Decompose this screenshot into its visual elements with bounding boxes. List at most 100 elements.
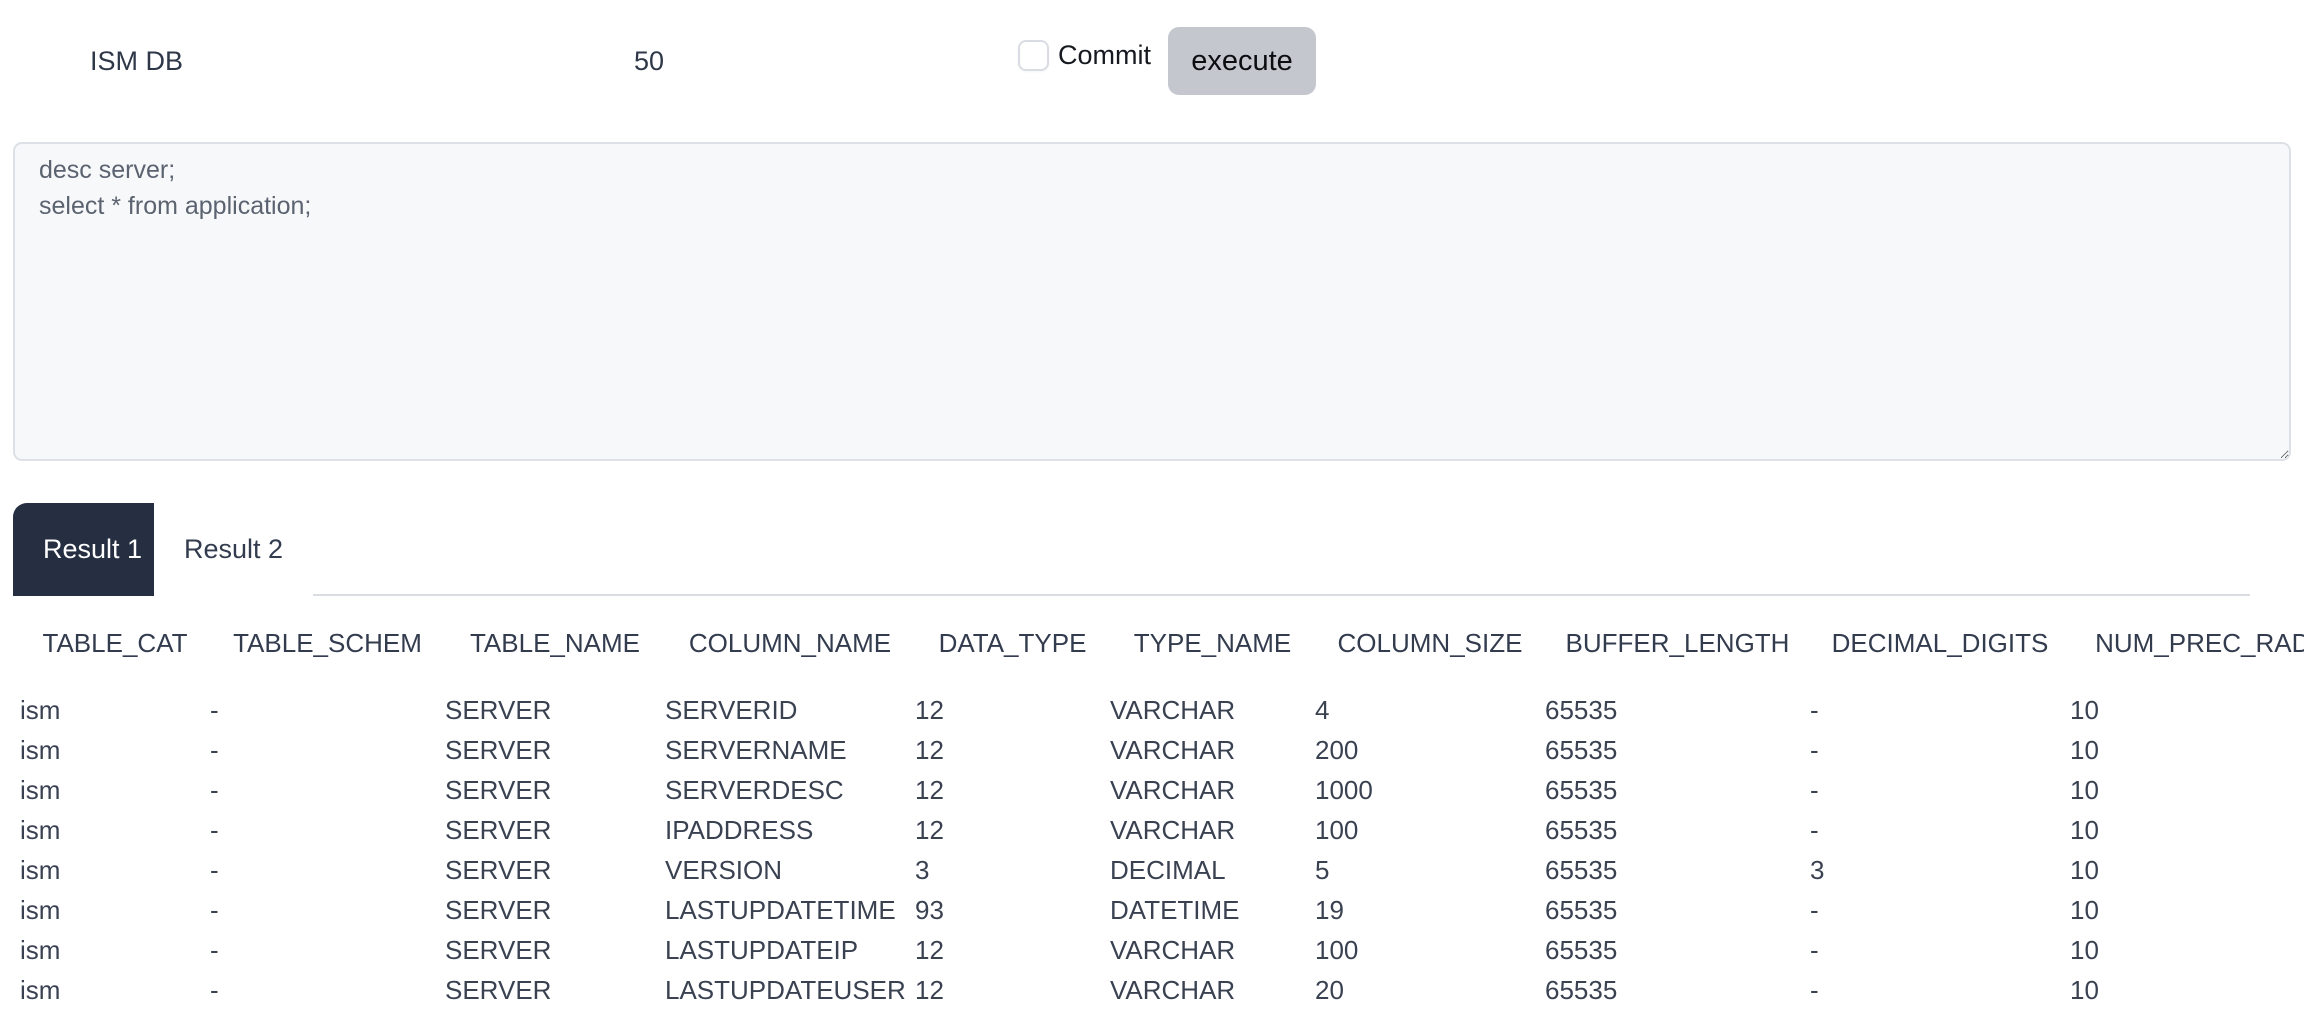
cell: 12 (895, 810, 1090, 850)
table-row: ism-SERVERLASTUPDATEUSER12VARCHAR2065535… (0, 970, 2304, 1010)
cell: SERVER (425, 970, 645, 1010)
cell: - (190, 810, 425, 850)
cell: - (1790, 810, 2050, 850)
sql-editor-textarea[interactable]: desc server; select * from application; (13, 142, 2291, 461)
table-row: ism-SERVERVERSION3DECIMAL565535310 (0, 850, 2304, 890)
table-row: ism-SERVERSERVERNAME12VARCHAR20065535-10 (0, 730, 2304, 770)
column-header: NUM_PREC_RADIX (2050, 614, 2304, 690)
tab-result-2[interactable]: Result 2 (154, 503, 313, 596)
cell: 12 (895, 970, 1090, 1010)
cell: ism (0, 850, 190, 890)
cell: VERSION (645, 850, 895, 890)
cell: ism (0, 810, 190, 850)
cell: - (1790, 730, 2050, 770)
toolbar: ISM DB 50 Commit execute (0, 0, 2304, 122)
cell: ism (0, 770, 190, 810)
cell: LASTUPDATETIME (645, 890, 895, 930)
row-limit-input[interactable]: 50 (634, 46, 714, 77)
cell: ism (0, 890, 190, 930)
cell: - (1790, 930, 2050, 970)
cell: - (190, 770, 425, 810)
column-header: TABLE_NAME (425, 614, 645, 690)
commit-control: Commit (1018, 40, 1151, 71)
column-header: TABLE_SCHEM (190, 614, 425, 690)
cell: SERVERID (645, 690, 895, 730)
column-header: DATA_TYPE (895, 614, 1090, 690)
cell: 19 (1295, 890, 1525, 930)
cell: - (190, 930, 425, 970)
cell: 10 (2050, 770, 2304, 810)
cell: VARCHAR (1090, 770, 1295, 810)
cell: 4 (1295, 690, 1525, 730)
cell: 65535 (1525, 690, 1790, 730)
column-header: DECIMAL_DIGITS (1790, 614, 2050, 690)
commit-checkbox[interactable] (1018, 40, 1049, 71)
cell: - (1790, 970, 2050, 1010)
table-row: ism-SERVERSERVERID12VARCHAR465535-10 (0, 690, 2304, 730)
cell: 93 (895, 890, 1090, 930)
column-header: TABLE_CAT (0, 614, 190, 690)
cell: 5 (1295, 850, 1525, 890)
cell: VARCHAR (1090, 730, 1295, 770)
cell: DATETIME (1090, 890, 1295, 930)
execute-button[interactable]: execute (1168, 27, 1316, 95)
cell: 12 (895, 690, 1090, 730)
cell: SERVER (425, 730, 645, 770)
cell: SERVER (425, 810, 645, 850)
cell: 10 (2050, 730, 2304, 770)
cell: 10 (2050, 890, 2304, 930)
cell: VARCHAR (1090, 690, 1295, 730)
cell: 12 (895, 730, 1090, 770)
cell: LASTUPDATEIP (645, 930, 895, 970)
cell: 100 (1295, 810, 1525, 850)
column-header: BUFFER_LENGTH (1525, 614, 1790, 690)
database-selector[interactable]: ISM DB (90, 46, 183, 77)
cell: SERVER (425, 850, 645, 890)
cell: VARCHAR (1090, 930, 1295, 970)
table-row: ism-SERVERLASTUPDATETIME93DATETIME196553… (0, 890, 2304, 930)
cell: - (190, 730, 425, 770)
cell: 10 (2050, 690, 2304, 730)
header-row: TABLE_CATTABLE_SCHEMTABLE_NAMECOLUMN_NAM… (0, 614, 2304, 690)
cell: SERVER (425, 930, 645, 970)
cell: 65535 (1525, 850, 1790, 890)
cell: ism (0, 930, 190, 970)
result-tabbar: Result 1 Result 2 (0, 503, 2304, 596)
cell: SERVERNAME (645, 730, 895, 770)
cell: 20 (1295, 970, 1525, 1010)
table-head: TABLE_CATTABLE_SCHEMTABLE_NAMECOLUMN_NAM… (0, 614, 2304, 690)
cell: 65535 (1525, 930, 1790, 970)
cell: - (190, 970, 425, 1010)
cell: 10 (2050, 930, 2304, 970)
results-table: TABLE_CATTABLE_SCHEMTABLE_NAMECOLUMN_NAM… (0, 614, 2304, 1010)
column-header: COLUMN_NAME (645, 614, 895, 690)
cell: - (190, 690, 425, 730)
cell: ism (0, 690, 190, 730)
cell: - (190, 890, 425, 930)
table-row: ism-SERVERLASTUPDATEIP12VARCHAR10065535-… (0, 930, 2304, 970)
cell: - (190, 850, 425, 890)
cell: 200 (1295, 730, 1525, 770)
cell: ism (0, 970, 190, 1010)
cell: 12 (895, 770, 1090, 810)
cell: 10 (2050, 810, 2304, 850)
cell: SERVER (425, 890, 645, 930)
cell: VARCHAR (1090, 810, 1295, 850)
cell: 3 (895, 850, 1090, 890)
cell: ism (0, 730, 190, 770)
cell: 10 (2050, 970, 2304, 1010)
tab-result-1[interactable]: Result 1 (13, 503, 172, 596)
commit-checkbox-label[interactable]: Commit (1058, 40, 1151, 71)
tabbar-divider (293, 594, 2250, 596)
cell: 12 (895, 930, 1090, 970)
cell: 65535 (1525, 970, 1790, 1010)
cell: 3 (1790, 850, 2050, 890)
cell: 65535 (1525, 810, 1790, 850)
cell: DECIMAL (1090, 850, 1295, 890)
results-table-container: TABLE_CATTABLE_SCHEMTABLE_NAMECOLUMN_NAM… (0, 614, 2304, 1010)
table-row: ism-SERVERSERVERDESC12VARCHAR100065535-1… (0, 770, 2304, 810)
cell: - (1790, 890, 2050, 930)
cell: 65535 (1525, 890, 1790, 930)
column-header: COLUMN_SIZE (1295, 614, 1525, 690)
cell: 1000 (1295, 770, 1525, 810)
